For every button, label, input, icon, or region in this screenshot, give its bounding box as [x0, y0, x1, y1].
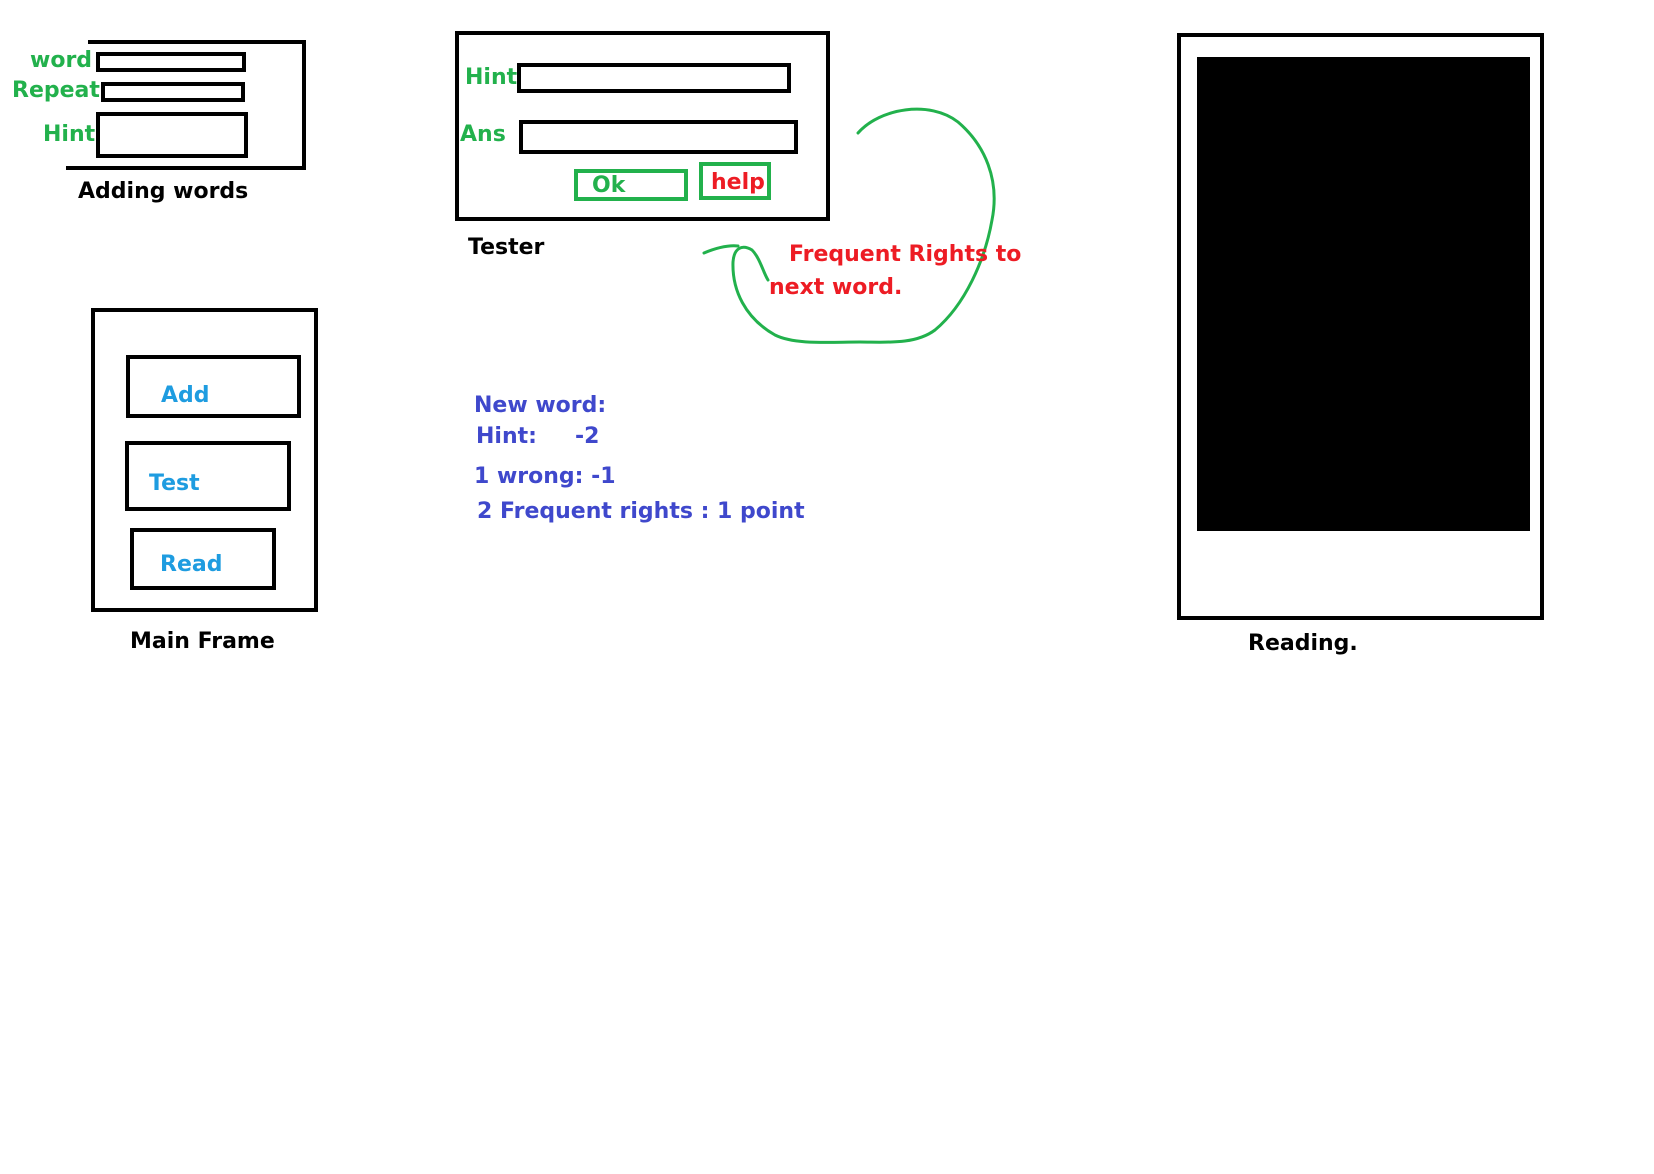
frequent-rights-line2: next word.	[769, 275, 903, 300]
test-button[interactable]: Test	[125, 441, 291, 511]
scoring-rights: 2 Frequent rights : 1 point	[477, 499, 805, 524]
test-button-label: Test	[149, 471, 200, 496]
read-button-label: Read	[160, 552, 223, 577]
read-button[interactable]: Read	[130, 528, 276, 590]
frequent-rights-line1: Frequent Rights to	[789, 242, 1022, 267]
loop-arrow-path	[731, 107, 996, 344]
scoring-wrong: 1 wrong: -1	[474, 464, 616, 489]
add-button-label: Add	[161, 383, 210, 408]
add-button[interactable]: Add	[126, 355, 301, 418]
main-frame-caption: Main Frame	[130, 629, 275, 654]
scoring-hint-label: Hint:	[476, 424, 537, 449]
reading-content-area[interactable]	[1197, 57, 1530, 531]
scoring-hint-value: -2	[575, 424, 600, 449]
scoring-new-word: New word:	[474, 393, 607, 418]
reading-caption: Reading.	[1248, 631, 1358, 656]
loop-arrow-head	[702, 244, 740, 255]
